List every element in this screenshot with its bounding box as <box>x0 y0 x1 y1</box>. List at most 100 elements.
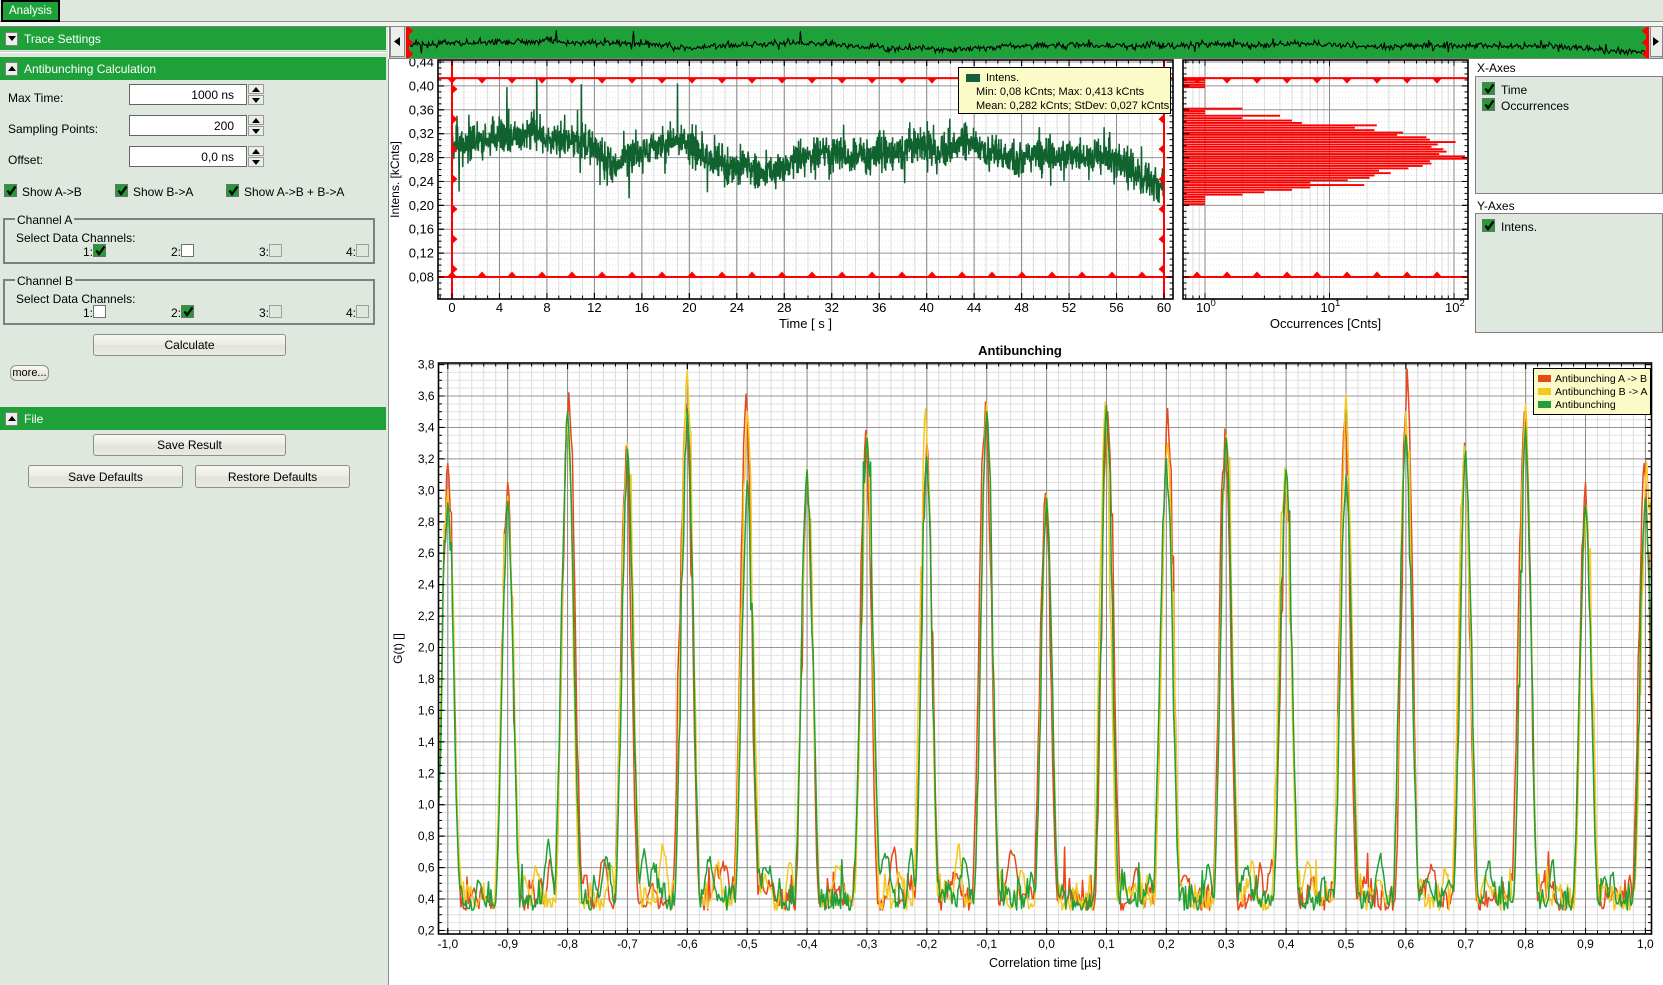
sampling-points-spinner <box>248 115 264 136</box>
svg-text:-0,6: -0,6 <box>677 937 698 951</box>
svg-text:1,2: 1,2 <box>418 766 435 780</box>
svg-text:102: 102 <box>1445 298 1465 315</box>
svg-text:-0,4: -0,4 <box>797 937 818 951</box>
channel-a-1-checkbox[interactable] <box>93 244 106 257</box>
section-header-trace-settings[interactable]: Trace Settings <box>0 27 386 50</box>
max-time-value: 1000 ns <box>191 88 234 102</box>
svg-text:101: 101 <box>1321 298 1341 315</box>
collapse-trace-settings-icon[interactable] <box>5 32 18 46</box>
x-axis-occurrences-checkbox[interactable] <box>1482 98 1495 111</box>
svg-text:0,6: 0,6 <box>1398 937 1415 951</box>
svg-text:1,6: 1,6 <box>418 703 435 717</box>
section-divider <box>0 51 386 53</box>
x-axes-box: Time Occurrences <box>1475 76 1663 194</box>
y-axis-intens-label: Intens. <box>1501 220 1537 234</box>
offset-input[interactable]: 0,0 ns <box>129 146 247 167</box>
show-b-a-label: Show B->A <box>133 185 193 199</box>
section-header-file[interactable]: File <box>0 407 386 430</box>
show-b-a-checkbox[interactable] <box>115 184 128 197</box>
svg-text:-0,3: -0,3 <box>857 937 878 951</box>
svg-text:16: 16 <box>635 300 649 315</box>
svg-text:0,08: 0,08 <box>409 270 434 285</box>
collapse-antibunching-icon[interactable] <box>5 62 18 76</box>
svg-text:0,2: 0,2 <box>1158 937 1175 951</box>
channel-b-1-checkbox[interactable] <box>93 305 106 318</box>
svg-text:Antibunching: Antibunching <box>978 343 1062 358</box>
x-axis-occurrences-label: Occurrences <box>1501 99 1569 113</box>
show-both-checkbox[interactable] <box>226 184 239 197</box>
svg-text:60: 60 <box>1157 300 1171 315</box>
svg-text:0,12: 0,12 <box>409 246 434 261</box>
channel-b-group: Channel B Select Data Channels: 1: 2: 3:… <box>3 279 375 325</box>
channel-b-2-label: 2: <box>171 306 181 320</box>
tab-analysis[interactable]: Analysis <box>1 0 60 22</box>
trace-settings-title: Trace Settings <box>24 32 101 46</box>
time-trace-overview-strip <box>389 26 1663 59</box>
intensity-stats-tooltip: Intens. Min: 0,08 kCnts; Max: 0,413 kCnt… <box>958 67 1171 114</box>
save-result-button[interactable]: Save Result <box>93 434 286 456</box>
channel-b-2-checkbox[interactable] <box>181 305 194 318</box>
save-defaults-button[interactable]: Save Defaults <box>28 465 183 488</box>
sampling-points-input[interactable]: 200 <box>129 115 247 136</box>
svg-text:0,0: 0,0 <box>1038 937 1055 951</box>
collapse-file-icon[interactable] <box>5 412 18 426</box>
svg-text:56: 56 <box>1109 300 1123 315</box>
channel-a-3-label: 3: <box>259 245 269 259</box>
svg-text:0,20: 0,20 <box>409 198 434 213</box>
svg-text:0,6: 0,6 <box>418 861 435 875</box>
svg-text:3,4: 3,4 <box>418 420 435 434</box>
channel-a-3-checkbox[interactable] <box>269 244 282 257</box>
svg-text:40: 40 <box>919 300 933 315</box>
svg-text:-0,7: -0,7 <box>617 937 638 951</box>
x-axis-time-label: Time <box>1501 83 1527 97</box>
svg-text:-0,1: -0,1 <box>976 937 997 951</box>
max-time-spin-up-button[interactable] <box>248 84 264 94</box>
channel-b-1-label: 1: <box>83 306 93 320</box>
svg-text:0,36: 0,36 <box>409 102 434 117</box>
channel-a-4-checkbox[interactable] <box>356 244 369 257</box>
svg-text:0,40: 0,40 <box>409 78 434 93</box>
overview-trace-plot <box>390 27 1662 58</box>
offset-spin-down-button[interactable] <box>248 157 264 167</box>
svg-text:Correlation time [µs]: Correlation time [µs] <box>989 956 1101 970</box>
channel-b-3-checkbox[interactable] <box>269 305 282 318</box>
antibunching-title: Antibunching Calculation <box>24 62 156 76</box>
file-title: File <box>24 412 43 426</box>
more-button[interactable]: more... <box>10 365 49 381</box>
svg-text:Time [ s ]: Time [ s ] <box>779 316 832 331</box>
channel-a-4-label: 4: <box>346 245 356 259</box>
intens-minmax: Min: 0,08 kCnts; Max: 0,413 kCnts <box>976 85 1170 99</box>
svg-text:0,4: 0,4 <box>1278 937 1295 951</box>
max-time-spin-down-button[interactable] <box>248 95 264 105</box>
channel-a-2-checkbox[interactable] <box>181 244 194 257</box>
svg-text:52: 52 <box>1062 300 1076 315</box>
svg-text:3,0: 3,0 <box>418 483 435 497</box>
sampling-spin-down-button[interactable] <box>248 126 264 136</box>
svg-text:48: 48 <box>1014 300 1028 315</box>
show-a-b-checkbox[interactable] <box>4 184 17 197</box>
channel-a-1-label: 1: <box>83 245 93 259</box>
channel-b-select-label: Select Data Channels: <box>16 292 135 306</box>
offset-label: Offset: <box>8 153 43 167</box>
channel-a-select-label: Select Data Channels: <box>16 231 135 245</box>
sampling-points-value: 200 <box>214 119 234 133</box>
scroll-right-button[interactable] <box>1650 26 1663 57</box>
sampling-spin-up-button[interactable] <box>248 115 264 125</box>
channel-b-4-checkbox[interactable] <box>356 305 369 318</box>
svg-text:0,5: 0,5 <box>1338 937 1355 951</box>
svg-text:8: 8 <box>543 300 550 315</box>
section-header-antibunching[interactable]: Antibunching Calculation <box>0 57 386 80</box>
y-axis-intens-checkbox[interactable] <box>1482 219 1495 232</box>
calculate-button[interactable]: Calculate <box>93 334 286 356</box>
offset-spin-up-button[interactable] <box>248 146 264 156</box>
svg-text:0,9: 0,9 <box>1577 937 1594 951</box>
channel-b-3-label: 3: <box>259 306 269 320</box>
x-axis-time-checkbox[interactable] <box>1482 82 1495 95</box>
svg-text:Intens. [kCnts]: Intens. [kCnts] <box>388 141 402 218</box>
restore-defaults-button[interactable]: Restore Defaults <box>195 465 350 488</box>
max-time-input[interactable]: 1000 ns <box>129 84 247 105</box>
legend-swatch-a-b <box>1538 375 1551 382</box>
svg-text:1,0: 1,0 <box>418 798 435 812</box>
svg-text:1,0: 1,0 <box>1637 937 1654 951</box>
svg-text:36: 36 <box>872 300 886 315</box>
